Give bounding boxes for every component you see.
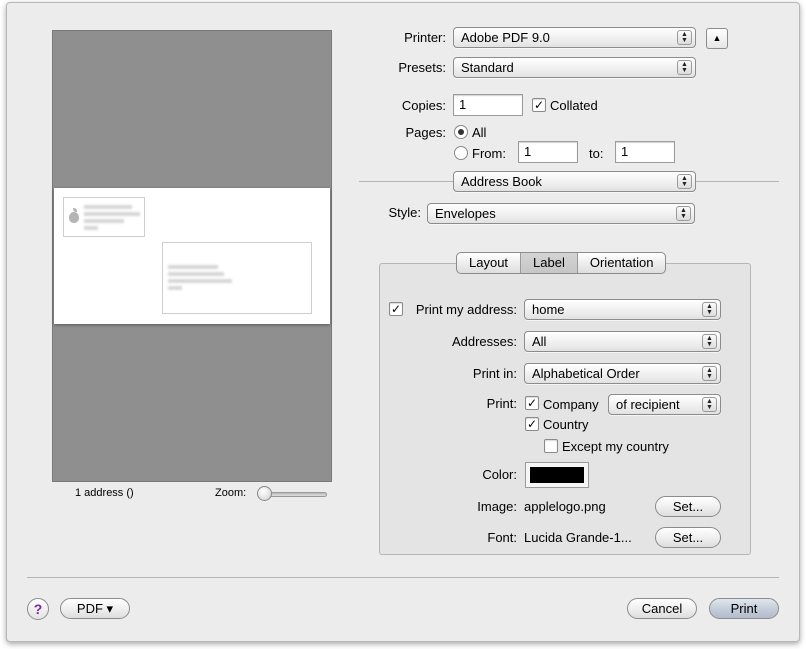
company-checkbox[interactable]: ✓	[525, 396, 539, 410]
company-of-popup[interactable]: of recipient ▲ ▼	[608, 394, 721, 415]
envelope-preview	[54, 188, 330, 324]
except-my-country-label: Except my country	[562, 439, 669, 454]
style-value: Envelopes	[435, 206, 496, 221]
pages-from-field[interactable]: 1	[518, 141, 578, 163]
image-label: Image:	[477, 499, 517, 514]
font-value: Lucida Grande-1...	[524, 530, 632, 545]
font-label: Font:	[487, 530, 517, 545]
disclosure-triangle-icon[interactable]: ▲	[706, 28, 728, 49]
print-in-label: Print in:	[472, 366, 517, 381]
blurred-text-line	[168, 272, 224, 276]
print-button[interactable]: Print	[709, 598, 779, 619]
blurred-text-line	[84, 219, 124, 223]
blurred-text-line	[168, 286, 182, 290]
zoom-label: Zoom:	[215, 487, 247, 499]
popup-arrows-icon: ▲ ▼	[702, 397, 717, 412]
print-preview	[52, 30, 332, 482]
print-label: Print:	[486, 396, 517, 411]
pages-label: Pages:	[405, 125, 446, 140]
collated-checkbox[interactable]: ✓	[532, 98, 546, 112]
footer-separator	[27, 577, 779, 578]
image-value: applelogo.png	[524, 499, 606, 514]
print-my-address-popup[interactable]: home ▲ ▼	[524, 299, 721, 320]
except-my-country-checkbox[interactable]	[544, 439, 558, 453]
addresses-value: All	[532, 334, 547, 349]
panel-popup[interactable]: Address Book ▲ ▼	[453, 171, 696, 192]
color-label: Color:	[482, 467, 517, 482]
popup-arrows-icon: ▲ ▼	[677, 174, 692, 189]
apple-logo-icon	[69, 208, 79, 223]
color-well[interactable]	[525, 462, 589, 488]
style-label: Style:	[388, 205, 421, 220]
pdf-menu-button[interactable]: PDF ▾	[60, 598, 130, 619]
copies-label: Copies:	[401, 98, 446, 113]
blurred-text-line	[84, 226, 98, 230]
style-popup[interactable]: Envelopes ▲ ▼	[427, 203, 695, 224]
print-in-popup[interactable]: Alphabetical Order ▲ ▼	[524, 363, 721, 384]
zoom-slider-knob[interactable]	[257, 486, 272, 501]
popup-arrows-icon: ▲ ▼	[702, 302, 717, 317]
tab-layout[interactable]: Layout	[457, 253, 522, 273]
popup-arrows-icon: ▲ ▼	[702, 366, 717, 381]
blurred-text-line	[168, 265, 218, 269]
pages-to-label: to:	[589, 146, 604, 161]
company-of-value: of recipient	[616, 397, 680, 412]
print-my-address-label: Print my address:	[415, 302, 517, 317]
popup-arrows-icon: ▲ ▼	[677, 60, 692, 75]
company-label: Company	[543, 397, 599, 412]
pages-to-field[interactable]: 1	[615, 141, 675, 163]
recipient-address-area	[162, 242, 312, 314]
presets-popup[interactable]: Standard ▲ ▼	[453, 57, 696, 78]
blurred-text-line	[168, 279, 232, 283]
cancel-button[interactable]: Cancel	[627, 598, 697, 619]
presets-label: Presets:	[398, 60, 446, 75]
print-my-address-checkbox[interactable]: ✓	[389, 302, 403, 316]
country-label: Country	[543, 417, 589, 432]
popup-arrows-icon: ▲ ▼	[676, 206, 691, 221]
pages-from-label: From:	[472, 146, 506, 161]
country-checkbox[interactable]: ✓	[525, 417, 539, 431]
print-dialog: 1 address () Zoom: Printer: Adobe PDF 9.…	[6, 2, 800, 642]
pages-all-label: All	[472, 125, 487, 140]
pages-from-radio[interactable]	[454, 146, 468, 160]
tab-bar: Layout Label Orientation	[456, 252, 667, 274]
color-swatch	[530, 467, 584, 483]
blurred-text-line	[84, 205, 132, 209]
collated-label: Collated	[550, 98, 598, 113]
font-set-button[interactable]: Set...	[655, 527, 721, 548]
printer-popup[interactable]: Adobe PDF 9.0 ▲ ▼	[453, 27, 696, 48]
popup-arrows-icon: ▲ ▼	[702, 334, 717, 349]
address-count: 1 address ()	[75, 487, 134, 499]
panel-value: Address Book	[461, 174, 542, 189]
blurred-text-line	[84, 212, 140, 216]
print-in-value: Alphabetical Order	[532, 366, 640, 381]
printer-value: Adobe PDF 9.0	[461, 30, 550, 45]
tab-orientation[interactable]: Orientation	[578, 253, 666, 273]
return-address-area	[63, 197, 145, 237]
help-button[interactable]: ?	[27, 598, 49, 620]
addresses-label: Addresses:	[451, 334, 517, 349]
print-my-address-value: home	[532, 302, 565, 317]
tab-label[interactable]: Label	[521, 253, 578, 273]
printer-label: Printer:	[404, 30, 446, 45]
popup-arrows-icon: ▲ ▼	[677, 30, 692, 45]
addresses-popup[interactable]: All ▲ ▼	[524, 331, 721, 352]
pages-all-radio[interactable]	[454, 125, 468, 139]
copies-field[interactable]: 1	[453, 94, 523, 116]
image-set-button[interactable]: Set...	[655, 496, 721, 517]
presets-value: Standard	[461, 60, 514, 75]
